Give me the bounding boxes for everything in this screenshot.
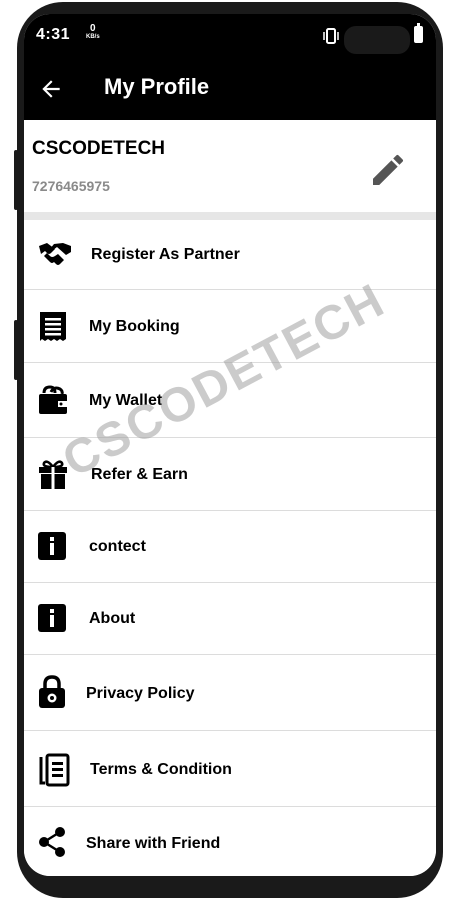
share-icon — [39, 827, 65, 857]
menu-item-label: Register As Partner — [91, 246, 240, 263]
status-time: 4:31 — [36, 26, 71, 43]
menu-item-refer-earn[interactable]: Refer & Earn — [24, 438, 436, 511]
net-speed-unit: KB/s — [86, 34, 100, 40]
volume-button — [14, 150, 18, 210]
menu-item-privacy-policy[interactable]: Privacy Policy — [24, 655, 436, 731]
menu-item-share-friend[interactable]: Share with Friend — [24, 807, 436, 876]
menu-item-about[interactable]: About — [24, 583, 436, 655]
lock-icon — [39, 675, 65, 708]
profile-phone: 7276465975 — [32, 178, 110, 194]
camera-cutout — [344, 26, 410, 54]
menu-item-label: Terms & Condition — [90, 761, 232, 778]
documents-icon — [39, 753, 70, 787]
menu-item-label: Refer & Earn — [91, 466, 188, 483]
menu-item-label: Share with Friend — [86, 835, 221, 852]
app-bar: My Profile — [24, 58, 436, 120]
menu-item-terms-condition[interactable]: Terms & Condition — [24, 731, 436, 807]
page-title: My Profile — [104, 74, 210, 99]
menu-item-label: Privacy Policy — [86, 685, 195, 702]
gift-icon — [39, 460, 67, 489]
wallet-icon — [39, 385, 67, 414]
edit-pencil-icon[interactable] — [368, 150, 408, 190]
menu-item-register-partner[interactable]: Register As Partner — [24, 220, 436, 290]
info-icon — [38, 604, 66, 632]
menu-item-label: My Wallet — [89, 392, 163, 409]
profile-divider — [24, 212, 436, 220]
menu-item-contect[interactable]: contect — [24, 511, 436, 583]
net-speed: 0 KB/s — [86, 24, 100, 42]
menu-item-label: About — [89, 610, 136, 627]
back-arrow-icon[interactable] — [38, 76, 64, 102]
info-icon — [38, 532, 66, 560]
profile-name: CSCODETECH — [32, 138, 166, 159]
receipt-icon — [40, 312, 66, 341]
menu-item-my-wallet[interactable]: My Wallet — [24, 363, 436, 438]
menu-item-label: My Booking — [89, 318, 180, 335]
battery-icon — [414, 23, 423, 43]
handshake-icon — [39, 243, 71, 265]
profile-header: CSCODETECH 7276465975 — [24, 120, 436, 212]
menu-item-label: contect — [89, 538, 146, 555]
vibrate-icon — [323, 28, 339, 44]
status-bar: 4:31 0 KB/s — [24, 14, 436, 58]
menu-item-my-booking[interactable]: My Booking — [24, 290, 436, 363]
power-button — [14, 320, 18, 380]
screen: 4:31 0 KB/s My Profile CSCODETECH 727646… — [24, 14, 436, 876]
